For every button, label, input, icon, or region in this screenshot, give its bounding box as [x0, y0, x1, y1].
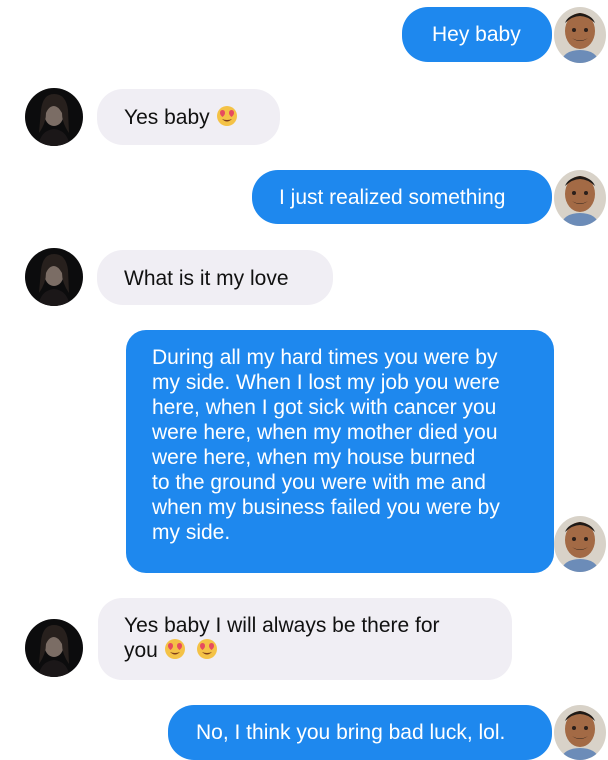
message-line: here, when I got sick with cancer you [152, 396, 497, 419]
message-bubble-received[interactable]: Yes baby I will always be there for you [98, 598, 512, 680]
message-bubble-sent[interactable]: Hey baby [402, 7, 552, 62]
message-text: What is it my love [124, 267, 289, 290]
message-line: were here, when my mother died you [152, 421, 498, 444]
message-text: Yes baby [124, 106, 210, 129]
sender-avatar-icon[interactable] [554, 7, 606, 63]
message-bubble-sent[interactable]: During all my hard times you were by my … [126, 330, 554, 573]
receiver-avatar-icon[interactable] [25, 88, 83, 146]
message-line: Yes baby I will always be there for [124, 614, 440, 637]
message-line-with-emojis: you [124, 638, 502, 663]
message-text: I just realized something [279, 186, 506, 209]
message-line: my side. [152, 521, 231, 544]
heart-eyes-emoji-icon [196, 638, 218, 660]
message-text: Hey baby [432, 23, 521, 46]
heart-eyes-emoji-icon [216, 105, 238, 127]
message-text: No, I think you bring bad luck, lol. [196, 721, 506, 744]
receiver-avatar-icon[interactable] [25, 248, 83, 306]
message-line: During all my hard times you were by [152, 346, 498, 369]
sender-avatar-icon[interactable] [554, 705, 606, 760]
message-bubble-received[interactable]: What is it my love [97, 250, 333, 305]
message-bubble-sent[interactable]: No, I think you bring bad luck, lol. [168, 705, 552, 760]
heart-eyes-emoji-icon [164, 638, 186, 660]
message-line: were here, when my house burned [152, 446, 476, 469]
message-line: you [124, 639, 158, 662]
message-line: my side. When I lost my job you were [152, 371, 500, 394]
sender-avatar-icon[interactable] [554, 516, 606, 572]
receiver-avatar-icon[interactable] [25, 619, 83, 677]
message-bubble-received[interactable]: Yes baby [97, 89, 280, 145]
chat-thread: Hey baby Yes baby I just realized someth… [0, 0, 608, 760]
message-line: to the ground you were with me and [152, 471, 486, 494]
message-line: when my business failed you were by [152, 496, 500, 519]
sender-avatar-icon[interactable] [554, 170, 606, 226]
message-bubble-sent[interactable]: I just realized something [252, 170, 552, 224]
